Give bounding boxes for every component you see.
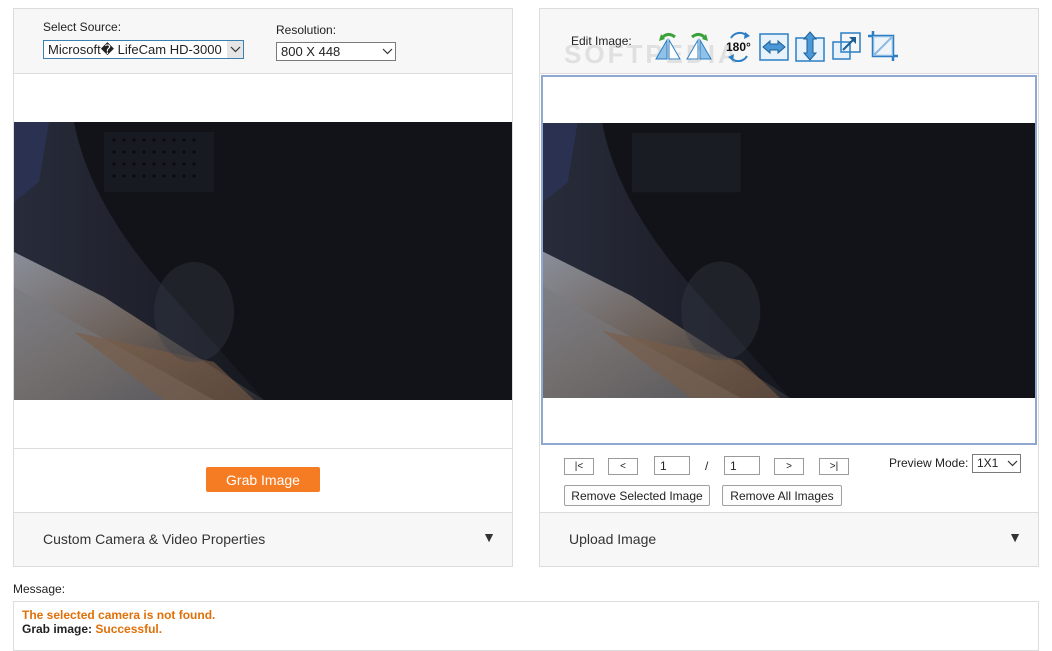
error-message: The selected camera is not found.	[22, 608, 216, 622]
edit-panel: Edit Image: SOFTPEDIA 180° |< < 1 / 1 > …	[539, 8, 1039, 567]
image-preview-container[interactable]	[541, 75, 1037, 445]
expand-arrow-icon[interactable]: ▼	[482, 529, 496, 545]
total-pages-field: 1	[724, 456, 760, 475]
grab-divider	[14, 448, 512, 449]
preview-mode-select[interactable]: 1X1	[972, 454, 1021, 473]
camera-frame-image	[14, 122, 512, 400]
crop-icon[interactable]	[867, 30, 898, 62]
remove-all-images-button[interactable]: Remove All Images	[722, 485, 842, 506]
captured-image-thumbnail[interactable]	[543, 123, 1035, 398]
flip-horizontal-right-icon[interactable]	[684, 30, 714, 62]
captured-frame-image	[543, 123, 1035, 398]
source-select-value: Microsoft� LifeCam HD-3000	[48, 42, 222, 57]
grab-status-line: Grab image: Successful.	[22, 622, 162, 636]
resize-icon[interactable]	[831, 30, 861, 62]
rotate-180-icon[interactable]: 180°	[723, 30, 753, 63]
next-page-button[interactable]: >	[774, 458, 804, 475]
rotate-180-text: 180°	[726, 40, 751, 54]
resolution-select[interactable]: 800 X 448	[276, 42, 396, 61]
capture-panel: Select Source: Microsoft� LifeCam HD-300…	[13, 8, 513, 567]
upload-image-section[interactable]: Upload Image ▼	[540, 512, 1038, 566]
prev-page-button[interactable]: <	[608, 458, 638, 475]
chevron-down-icon	[1004, 455, 1020, 472]
preview-mode-value: 1X1	[977, 456, 999, 470]
chevron-down-icon	[379, 43, 395, 60]
resolution-select-value: 800 X 448	[281, 44, 341, 59]
camera-properties-label: Custom Camera & Video Properties	[43, 531, 266, 547]
camera-properties-section[interactable]: Custom Camera & Video Properties ▼	[14, 512, 512, 566]
current-page-input[interactable]: 1	[654, 456, 690, 475]
source-label: Select Source:	[43, 20, 122, 34]
source-select[interactable]: Microsoft� LifeCam HD-3000	[43, 40, 244, 59]
last-page-button[interactable]: >|	[819, 458, 849, 475]
chevron-down-icon	[227, 41, 243, 58]
remove-selected-image-button[interactable]: Remove Selected Image	[564, 485, 710, 506]
resolution-label: Resolution:	[276, 23, 337, 37]
expand-arrow-icon[interactable]: ▼	[1008, 529, 1022, 545]
flip-horizontal-left-icon[interactable]	[653, 30, 683, 62]
preview-mode-label: Preview Mode:	[889, 456, 969, 470]
edit-panel-header: Edit Image: SOFTPEDIA 180°	[540, 9, 1038, 74]
grab-image-button[interactable]: Grab Image	[206, 467, 320, 492]
mirror-vertical-icon[interactable]	[795, 30, 825, 62]
grab-status-label: Grab image:	[22, 622, 93, 636]
grab-status-value: Successful.	[95, 622, 163, 636]
page-separator: /	[705, 459, 709, 473]
capture-panel-header: Select Source: Microsoft� LifeCam HD-300…	[14, 9, 512, 74]
first-page-button[interactable]: |<	[564, 458, 594, 475]
message-label: Message:	[13, 582, 66, 596]
upload-image-label: Upload Image	[569, 531, 657, 547]
mirror-horizontal-icon[interactable]	[759, 30, 789, 62]
live-camera-view	[14, 122, 512, 400]
